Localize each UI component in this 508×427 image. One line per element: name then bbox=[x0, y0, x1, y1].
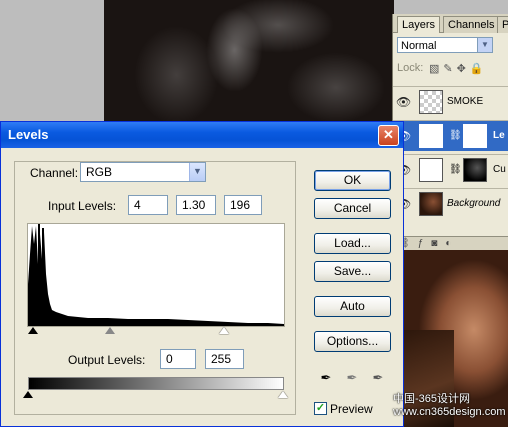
eye-icon[interactable]: 👁 bbox=[396, 95, 411, 109]
layer-name: Cu bbox=[493, 164, 506, 175]
layer-thumbnail bbox=[419, 192, 443, 216]
adjustment-layer-thumbnail bbox=[419, 124, 443, 148]
dialog-titlebar[interactable]: Levels ✕ bbox=[1, 122, 403, 148]
lock-label: Lock: bbox=[397, 62, 424, 74]
output-levels-label: Output Levels: bbox=[68, 353, 146, 367]
input-levels-label: Input Levels: bbox=[48, 199, 117, 213]
lock-move-icon[interactable]: ✥ bbox=[457, 63, 470, 75]
add-mask-icon[interactable]: ◙ bbox=[431, 238, 445, 249]
white-eyedropper-icon[interactable]: ✒ bbox=[370, 369, 386, 387]
watermark-line1: 中国-365设计网 bbox=[393, 393, 471, 405]
layer-mask-thumbnail bbox=[463, 158, 487, 182]
layer-name: Le bbox=[493, 130, 505, 141]
blend-mode-select[interactable]: Normal ▼ bbox=[397, 37, 493, 53]
cancel-button[interactable]: Cancel bbox=[314, 198, 391, 219]
adjustment-layer-thumbnail bbox=[419, 158, 443, 182]
layer-row-smoke[interactable]: 👁 SMOKE bbox=[393, 86, 508, 117]
output-gradient-bar bbox=[28, 377, 284, 390]
channel-value: RGB bbox=[86, 165, 113, 179]
watermark: 中国-365设计网 www.cn365design.com bbox=[393, 393, 506, 419]
preview-checkbox[interactable]: ✓ bbox=[314, 402, 327, 415]
save-button[interactable]: Save... bbox=[314, 261, 391, 282]
layer-row-background[interactable]: 👁 Background bbox=[393, 188, 508, 219]
chain-link-icon[interactable]: ⛓ bbox=[449, 164, 462, 175]
close-button[interactable]: ✕ bbox=[378, 125, 399, 146]
options-button[interactable]: Options... bbox=[314, 331, 391, 352]
load-button[interactable]: Load... bbox=[314, 233, 391, 254]
black-eyedropper-icon[interactable]: ✒ bbox=[318, 369, 334, 387]
ok-button[interactable]: OK bbox=[314, 170, 391, 191]
chevron-down-icon: ▼ bbox=[189, 163, 205, 181]
blend-mode-value: Normal bbox=[401, 40, 437, 52]
input-level-gamma-field[interactable]: 1.30 bbox=[176, 195, 216, 215]
channel-select[interactable]: RGB ▼ bbox=[80, 162, 206, 182]
output-level-white-field[interactable]: 255 bbox=[205, 349, 244, 369]
input-white-slider-handle[interactable] bbox=[219, 327, 229, 334]
lock-transparency-icon[interactable]: ▧ bbox=[429, 63, 443, 75]
input-gamma-slider-handle[interactable] bbox=[105, 327, 115, 334]
layers-panel: Layers Channels P Normal ▼ Lock: ▧✎✥🔒 👁 … bbox=[392, 14, 508, 250]
layer-row-curves[interactable]: 👁 ⛓ Cu bbox=[393, 154, 508, 185]
input-level-white-field[interactable]: 196 bbox=[224, 195, 262, 215]
output-white-slider-handle[interactable] bbox=[278, 391, 288, 398]
chain-link-icon[interactable]: ⛓ bbox=[449, 130, 462, 141]
chevron-down-icon: ▼ bbox=[477, 38, 492, 52]
layers-panel-tabs: Layers Channels P bbox=[393, 14, 508, 33]
layer-name: Background bbox=[447, 198, 501, 209]
histogram-graph bbox=[28, 224, 284, 326]
input-black-slider-handle[interactable] bbox=[28, 327, 38, 334]
tab-paths[interactable]: P bbox=[497, 16, 508, 33]
dialog-title: Levels bbox=[8, 127, 49, 142]
watermark-line2: www.cn365design.com bbox=[393, 406, 506, 418]
channel-label: Channel: bbox=[30, 166, 79, 180]
preview-label: Preview bbox=[330, 402, 373, 416]
lock-brush-icon[interactable]: ✎ bbox=[443, 63, 456, 75]
output-black-slider-handle[interactable] bbox=[23, 391, 33, 398]
close-icon: ✕ bbox=[383, 127, 394, 142]
layer-style-icon[interactable]: ƒ bbox=[418, 238, 432, 249]
auto-button[interactable]: Auto bbox=[314, 296, 391, 317]
tab-channels[interactable]: Channels bbox=[443, 16, 500, 33]
tab-layers[interactable]: Layers bbox=[397, 16, 441, 33]
canvas-smoke-image bbox=[104, 0, 394, 125]
layer-thumbnail bbox=[419, 90, 443, 114]
checkmark-icon: ✓ bbox=[315, 402, 326, 414]
layers-footer-toolbar: ⛓ƒ◙◐ bbox=[393, 236, 508, 250]
new-adjustment-icon[interactable]: ◐ bbox=[445, 238, 459, 249]
gray-eyedropper-icon[interactable]: ✒ bbox=[344, 369, 360, 387]
layer-name: SMOKE bbox=[447, 96, 484, 107]
histogram bbox=[27, 223, 285, 327]
input-level-black-field[interactable]: 4 bbox=[128, 195, 168, 215]
lock-all-icon[interactable]: 🔒 bbox=[470, 63, 488, 75]
layer-row-levels[interactable]: 👁 ⛓ Le bbox=[393, 120, 508, 151]
output-level-black-field[interactable]: 0 bbox=[160, 349, 196, 369]
lock-icons-group[interactable]: ▧✎✥🔒 bbox=[429, 62, 488, 75]
layer-mask-thumbnail bbox=[463, 124, 487, 148]
